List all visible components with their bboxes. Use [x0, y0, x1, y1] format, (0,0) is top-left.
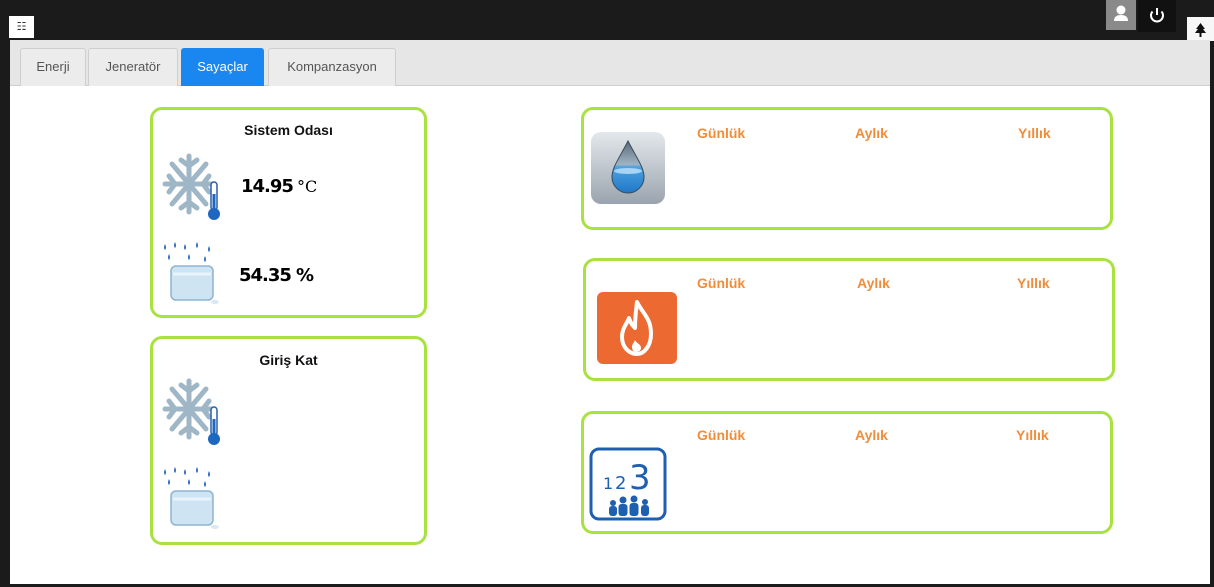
humidity-icon — [159, 238, 225, 313]
humidity-reading: 54.35% — [239, 265, 314, 286]
tab-enerji[interactable]: Enerji — [20, 48, 86, 86]
temperature-unit: °C — [296, 177, 318, 196]
room-card-sistem-odasi: Sistem Odası 14.95 °C 54.35 % — [150, 107, 427, 318]
period-monthly: Aylık — [857, 275, 890, 291]
top-bar: ☷ — [0, 0, 1214, 41]
tab-jenerator[interactable]: Jeneratör — [88, 48, 178, 86]
humidity-icon — [159, 463, 225, 538]
meter-card-gas: Günlük Aylık Yıllık — [583, 258, 1115, 381]
svg-text:2: 2 — [615, 473, 626, 494]
period-daily: Günlük — [697, 275, 746, 291]
temperature-icon — [161, 152, 227, 227]
period-yearly: Yıllık — [1017, 275, 1050, 291]
period-yearly: Yıllık — [1018, 125, 1051, 141]
temperature-reading — [241, 401, 245, 422]
main-content: Enerji Jeneratör Sayaçlar Kompanzasyon S… — [10, 40, 1210, 584]
period-daily: Günlük — [697, 427, 746, 443]
tab-sayaclar[interactable]: Sayaçlar — [181, 48, 264, 86]
water-drop-icon — [590, 131, 666, 212]
temperature-icon — [161, 377, 227, 452]
room-title: Sistem Odası — [244, 122, 333, 138]
counter-123-icon: 1 2 3 — [589, 447, 669, 528]
tab-strip: Enerji Jeneratör Sayaçlar Kompanzasyon — [10, 40, 1210, 86]
period-monthly: Aylık — [855, 125, 888, 141]
svg-text:1: 1 — [603, 474, 613, 493]
meter-card-water: Günlük Aylık Yıllık — [581, 107, 1113, 230]
room-card-giris-kat: Giriş Kat — [150, 336, 427, 545]
flame-icon — [597, 292, 677, 371]
tab-kompanzasyon[interactable]: Kompanzasyon — [268, 48, 396, 86]
user-icon[interactable] — [1106, 0, 1136, 30]
humidity-value: 54.35 — [239, 265, 292, 286]
tree-icon[interactable] — [1187, 17, 1214, 41]
svg-text:3: 3 — [629, 458, 651, 498]
period-monthly: Aylık — [855, 427, 888, 443]
power-icon[interactable] — [1138, 0, 1176, 32]
period-yearly: Yıllık — [1016, 427, 1049, 443]
humidity-unit: % — [295, 265, 314, 286]
period-daily: Günlük — [697, 125, 746, 141]
temperature-reading: 14.95 °C — [241, 176, 317, 197]
meter-card-counter: 1 2 3 Günlük Aylık Yıllık — [581, 411, 1113, 534]
grid-icon[interactable]: ☷ — [9, 16, 34, 38]
room-title: Giriş Kat — [259, 352, 318, 368]
temperature-value: 14.95 — [241, 176, 294, 197]
